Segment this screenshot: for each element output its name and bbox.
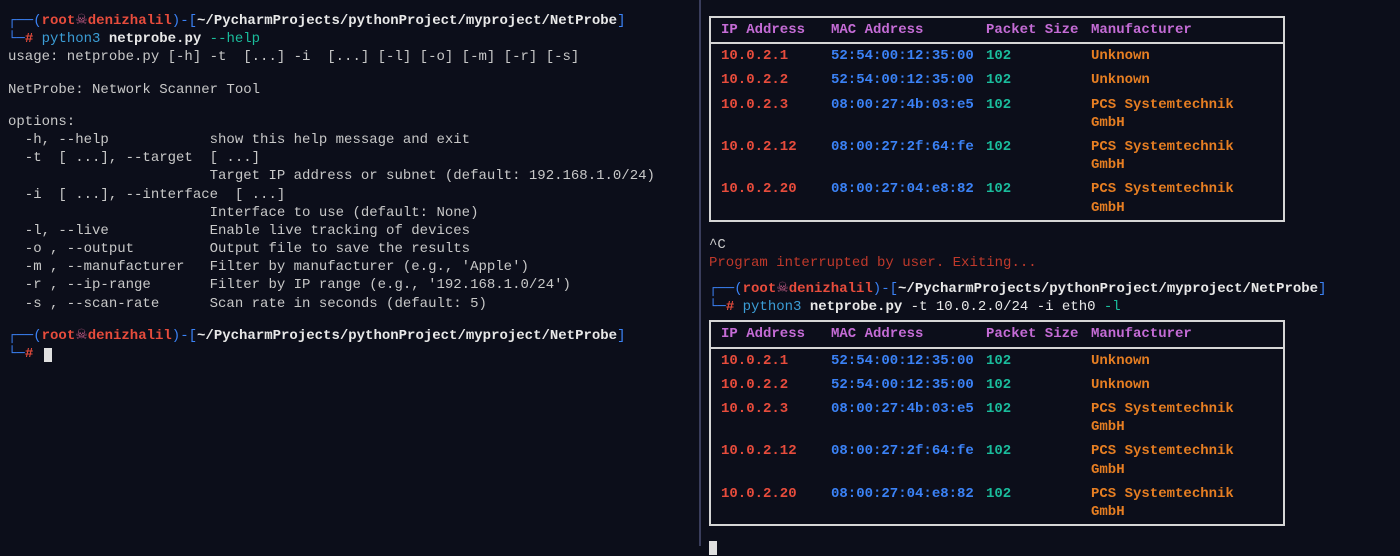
cell-pkt: 102: [986, 400, 1091, 436]
cell-mf: Unknown: [1091, 376, 1273, 394]
cell-ip: 10.0.2.3: [721, 400, 831, 436]
prompt-line-2: ┌──(root☠denizhalil)-[~/PycharmProjects/…: [8, 327, 691, 345]
cell-mac: 52:54:00:12:35:00: [831, 376, 986, 394]
table-row: 10.0.2.1208:00:27:2f:64:fe102PCS Systemt…: [711, 439, 1283, 481]
cell-ip: 10.0.2.20: [721, 485, 831, 521]
cell-pkt: 102: [986, 71, 1091, 89]
cell-mac: 08:00:27:04:e8:82: [831, 485, 986, 521]
th-mf: Manufacturer: [1091, 325, 1273, 343]
cell-pkt: 102: [986, 352, 1091, 370]
cell-mf: PCS Systemtechnik GmbH: [1091, 485, 1273, 521]
table-row: 10.0.2.308:00:27:4b:03:e5102PCS Systemte…: [711, 93, 1283, 135]
cell-pkt: 102: [986, 442, 1091, 478]
cell-mf: PCS Systemtechnik GmbH: [1091, 138, 1273, 174]
table-row: 10.0.2.2008:00:27:04:e8:82102PCS Systemt…: [711, 177, 1283, 219]
command-line-live: └─# python3 netprobe.py -t 10.0.2.0/24 -…: [709, 298, 1392, 316]
table-body-1: 10.0.2.152:54:00:12:35:00102Unknown10.0.…: [711, 44, 1283, 220]
opt-l: -l, --live Enable live tracking of devic…: [8, 222, 691, 240]
opt-s: -s , --scan-rate Scan rate in seconds (d…: [8, 295, 691, 313]
cell-mac: 52:54:00:12:35:00: [831, 352, 986, 370]
cell-ip: 10.0.2.2: [721, 376, 831, 394]
cell-pkt: 102: [986, 96, 1091, 132]
terminal-left-pane[interactable]: ┌──(root☠denizhalil)-[~/PycharmProjects/…: [0, 0, 701, 546]
table-row: 10.0.2.252:54:00:12:35:00102Unknown: [711, 373, 1283, 397]
table-row: 10.0.2.152:54:00:12:35:00102Unknown: [711, 349, 1283, 373]
th-mf: Manufacturer: [1091, 21, 1273, 39]
command-line-help: └─# python3 netprobe.py --help: [8, 30, 691, 48]
cell-ip: 10.0.2.1: [721, 352, 831, 370]
cell-mac: 08:00:27:04:e8:82: [831, 180, 986, 216]
cell-mf: PCS Systemtechnik GmbH: [1091, 96, 1273, 132]
opt-t1: -t [ ...], --target [ ...]: [8, 149, 691, 167]
th-pkt: Packet Size: [986, 325, 1091, 343]
table-row: 10.0.2.252:54:00:12:35:00102Unknown: [711, 68, 1283, 92]
cell-mac: 52:54:00:12:35:00: [831, 47, 986, 65]
opt-o: -o , --output Output file to save the re…: [8, 240, 691, 258]
usage-line: usage: netprobe.py [-h] -t [...] -i [...…: [8, 48, 691, 66]
options-label: options:: [8, 113, 691, 131]
cell-ip: 10.0.2.2: [721, 71, 831, 89]
cell-pkt: 102: [986, 47, 1091, 65]
description-line: NetProbe: Network Scanner Tool: [8, 81, 691, 99]
opt-m: -m , --manufacturer Filter by manufactur…: [8, 258, 691, 276]
cell-mac: 08:00:27:4b:03:e5: [831, 400, 986, 436]
interrupt-line: Program interrupted by user. Exiting...: [709, 254, 1392, 272]
cell-pkt: 102: [986, 180, 1091, 216]
table-row: 10.0.2.308:00:27:4b:03:e5102PCS Systemte…: [711, 397, 1283, 439]
cell-mac: 08:00:27:2f:64:fe: [831, 138, 986, 174]
th-ip: IP Address: [721, 325, 831, 343]
prompt-line-1: ┌──(root☠denizhalil)-[~/PycharmProjects/…: [8, 12, 691, 30]
cell-ip: 10.0.2.20: [721, 180, 831, 216]
opt-r: -r , --ip-range Filter by IP range (e.g.…: [8, 276, 691, 294]
th-pkt: Packet Size: [986, 21, 1091, 39]
cell-mf: Unknown: [1091, 352, 1273, 370]
cell-mf: Unknown: [1091, 47, 1273, 65]
cell-pkt: 102: [986, 485, 1091, 521]
opt-h: -h, --help show this help message and ex…: [8, 131, 691, 149]
opt-t2: Target IP address or subnet (default: 19…: [8, 167, 691, 185]
cell-pkt: 102: [986, 138, 1091, 174]
th-ip: IP Address: [721, 21, 831, 39]
cell-mac: 08:00:27:4b:03:e5: [831, 96, 986, 132]
cursor-icon: [709, 541, 717, 555]
table-header-row: IP Address MAC Address Packet Size Manuf…: [711, 18, 1283, 44]
cell-mf: PCS Systemtechnik GmbH: [1091, 400, 1273, 436]
results-table-2: IP Address MAC Address Packet Size Manuf…: [709, 320, 1285, 526]
opt-i1: -i [ ...], --interface [ ...]: [8, 186, 691, 204]
terminal-right-pane[interactable]: IP Address MAC Address Packet Size Manuf…: [701, 0, 1400, 546]
table-row: 10.0.2.152:54:00:12:35:00102Unknown: [711, 44, 1283, 68]
cell-ip: 10.0.2.12: [721, 138, 831, 174]
table-row: 10.0.2.2008:00:27:04:e8:82102PCS Systemt…: [711, 482, 1283, 524]
cell-ip: 10.0.2.3: [721, 96, 831, 132]
prompt-line-3: ┌──(root☠denizhalil)-[~/PycharmProjects/…: [709, 280, 1392, 298]
cell-mac: 08:00:27:2f:64:fe: [831, 442, 986, 478]
cell-mac: 52:54:00:12:35:00: [831, 71, 986, 89]
cell-ip: 10.0.2.12: [721, 442, 831, 478]
opt-i2: Interface to use (default: None): [8, 204, 691, 222]
cell-mf: PCS Systemtechnik GmbH: [1091, 442, 1273, 478]
th-mac: MAC Address: [831, 325, 986, 343]
results-table-1: IP Address MAC Address Packet Size Manuf…: [709, 16, 1285, 222]
ctrl-c-line: ^C: [709, 236, 1392, 254]
cursor-icon: [44, 348, 52, 362]
th-mac: MAC Address: [831, 21, 986, 39]
cell-ip: 10.0.2.1: [721, 47, 831, 65]
command-line-idle[interactable]: └─#: [8, 345, 691, 363]
table-row: 10.0.2.1208:00:27:2f:64:fe102PCS Systemt…: [711, 135, 1283, 177]
table-header-row: IP Address MAC Address Packet Size Manuf…: [711, 322, 1283, 348]
table-body-2: 10.0.2.152:54:00:12:35:00102Unknown10.0.…: [711, 349, 1283, 525]
cell-mf: PCS Systemtechnik GmbH: [1091, 180, 1273, 216]
cell-pkt: 102: [986, 376, 1091, 394]
cell-mf: Unknown: [1091, 71, 1273, 89]
